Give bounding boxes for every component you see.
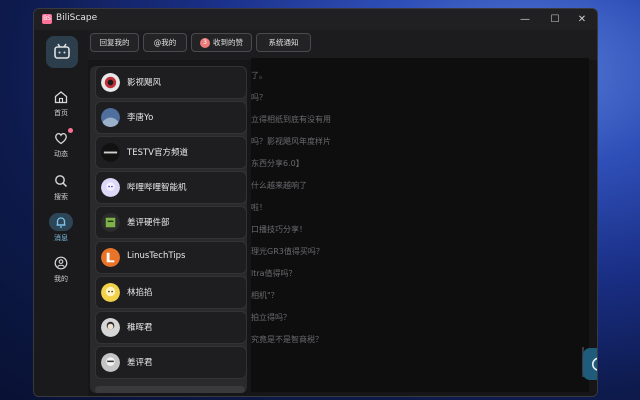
tab-likes-label: 收到的赞 [213, 38, 243, 47]
up-name: 差评君 [127, 358, 153, 368]
sidebar-item-dynamics[interactable]: 动态 [39, 128, 83, 166]
message-list: 了。 吗？ 立得相纸到底有没有用 吗？影视飓风年度样片 东西分享6.0】 什么越… [251, 58, 589, 392]
avatar [101, 353, 120, 372]
avatar [101, 178, 120, 197]
maximize-button[interactable]: ☐ [540, 9, 570, 30]
up-item[interactable]: LinusTechTips [95, 241, 247, 274]
app-window: BS BiliScape — ☐ ✕ 首页 动态 搜索 消息 我的 回复我的 @… [33, 8, 598, 397]
refresh-button[interactable] [583, 348, 597, 380]
up-name: 林掐掐 [127, 288, 153, 298]
tab-system-notice[interactable]: 系统通知 [256, 33, 311, 52]
close-button[interactable]: ✕ [567, 9, 597, 30]
up-item[interactable]: 差评君 [95, 346, 247, 379]
message-text: 啦！ [251, 203, 267, 212]
sidebar-item-label: 搜索 [54, 193, 68, 201]
avatar [101, 73, 120, 92]
message-text: 吗？影视飓风年度样片 [251, 137, 331, 146]
up-item[interactable]: 李唐Yo [95, 101, 247, 134]
app-logo-icon: BS [42, 14, 52, 24]
message-text: ltra值得吗？ [251, 269, 297, 278]
up-name: 哔哩哔哩智能机 [127, 183, 187, 193]
avatar [101, 213, 120, 232]
up-name: 差评硬件部 [127, 218, 170, 228]
avatar [101, 143, 120, 162]
message-text: 口播技巧分享！ [251, 225, 307, 234]
app-title: BiliScape [56, 13, 98, 23]
panel-scroll-edge [95, 386, 245, 393]
user-icon [54, 256, 68, 270]
up-item[interactable]: 稚晖君 [95, 311, 247, 344]
sidebar-item-label: 首页 [54, 109, 68, 117]
search-icon [55, 175, 68, 188]
message-text: 相机"？ [251, 291, 279, 300]
up-item[interactable]: TESTV官方频道 [95, 136, 247, 169]
up-item[interactable]: 差评硬件部 [95, 206, 247, 239]
message-text: 什么越来越响了 [251, 181, 307, 190]
up-name: TESTV官方频道 [127, 148, 188, 158]
avatar [101, 318, 120, 337]
tab-at-me[interactable]: @我的 [143, 33, 187, 52]
minimize-button[interactable]: — [510, 9, 540, 30]
avatar [101, 248, 120, 267]
sidebar: 首页 动态 搜索 消息 我的 [34, 30, 88, 396]
message-text: 理光GR3值得买吗？ [251, 247, 324, 256]
sidebar-item-home[interactable]: 首页 [39, 87, 83, 125]
bilibili-tv-button[interactable] [46, 36, 78, 68]
up-name: 影视飓风 [127, 78, 162, 88]
message-tabs: 回复我的 @我的 3 收到的赞 系统通知 [88, 30, 597, 60]
unread-dot [68, 128, 73, 133]
followed-up-list: 影视飓风 李唐Yo TESTV官方频道 哔哩哔哩智能机 差评硬件部 LinusT… [90, 66, 247, 393]
heart-icon [55, 132, 67, 145]
message-text: 立得相纸到底有没有用 [251, 115, 331, 124]
sidebar-item-label: 动态 [54, 150, 68, 158]
tab-likes[interactable]: 3 收到的赞 [191, 33, 252, 52]
likes-count-badge: 3 [200, 38, 210, 48]
sidebar-item-search[interactable]: 搜索 [39, 171, 83, 209]
avatar [101, 283, 120, 302]
message-text: 究竟是不是智商税？ [251, 335, 323, 344]
up-name: 稚晖君 [127, 323, 153, 333]
message-text: 拍立得吗？ [251, 313, 291, 322]
sidebar-item-messages[interactable]: 消息 [39, 212, 83, 250]
up-name: 李唐Yo [127, 113, 154, 123]
message-text: 东西分享6.0】 [251, 159, 304, 168]
tv-icon [54, 43, 70, 59]
message-text: 了。 [251, 71, 267, 80]
up-item[interactable]: 林掐掐 [95, 276, 247, 309]
main-area: 回复我的 @我的 3 收到的赞 系统通知 了。 吗？ 立得相纸到底有没有用 吗？影… [88, 30, 597, 396]
tab-reply-me[interactable]: 回复我的 [90, 33, 139, 52]
up-item[interactable]: 哔哩哔哩智能机 [95, 171, 247, 204]
sidebar-item-label: 我的 [54, 275, 68, 283]
bell-icon [56, 217, 66, 228]
avatar [101, 108, 120, 127]
sidebar-item-label: 消息 [54, 234, 68, 242]
up-item[interactable]: 影视飓风 [95, 66, 247, 99]
message-text: 吗？ [251, 93, 267, 102]
up-name: LinusTechTips [127, 251, 186, 261]
home-icon [54, 91, 68, 104]
title-bar: BS BiliScape — ☐ ✕ [34, 9, 597, 30]
sidebar-item-me[interactable]: 我的 [39, 253, 83, 291]
refresh-icon [592, 357, 597, 371]
